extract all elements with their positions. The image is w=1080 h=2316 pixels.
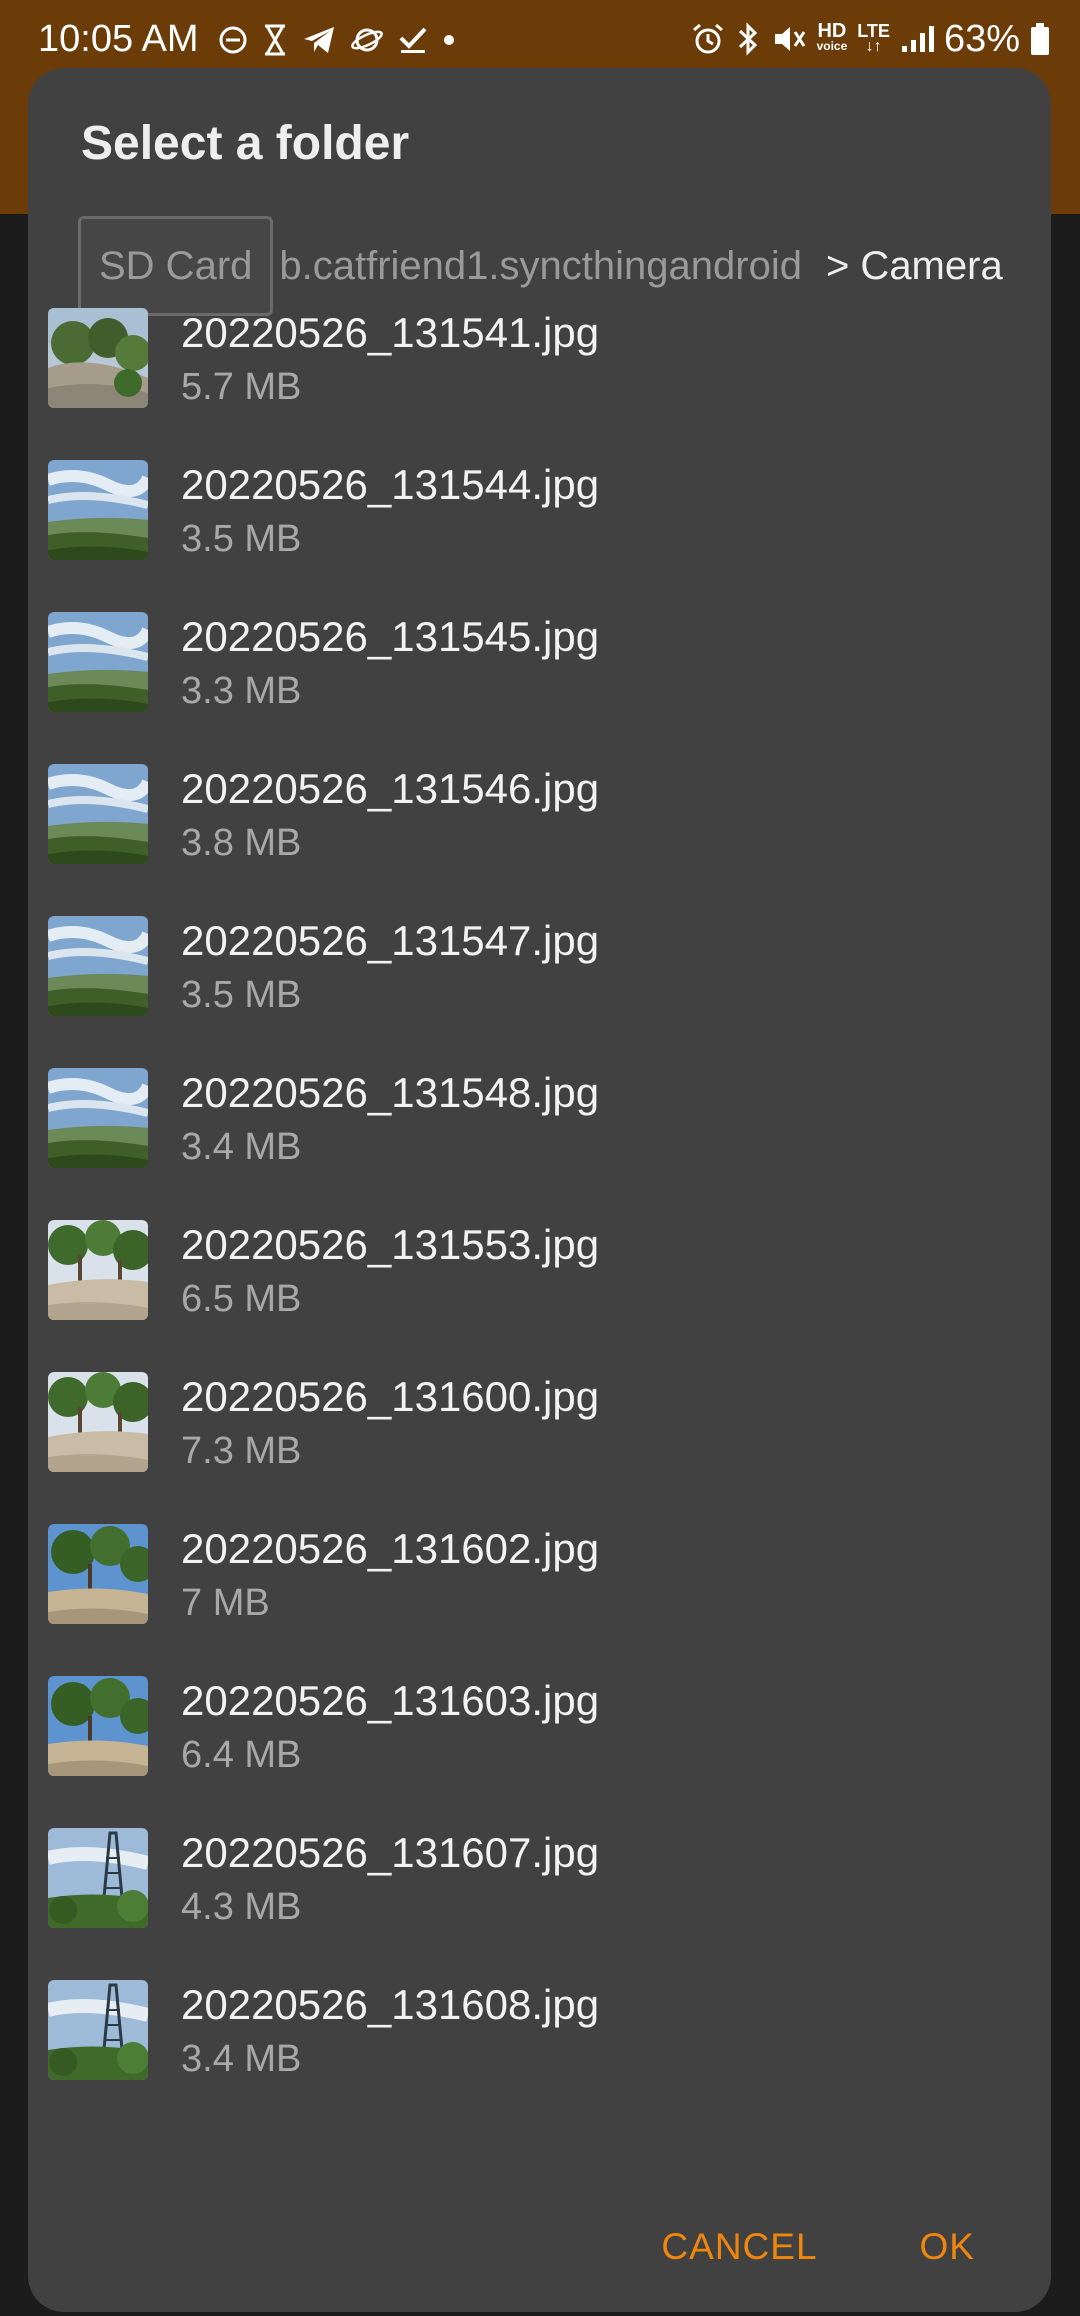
file-size: 3.4 MB [181,2038,302,2080]
file-name: 20220526_131607.jpg [181,1829,600,1876]
breadcrumb-package-folder[interactable]: b.catfriend1.syncthingandroid [279,244,802,289]
breadcrumb: SD Card b.catfriend1.syncthingandroid > … [78,216,1051,316]
file-thumbnail [48,764,148,864]
status-left-icons [218,18,456,62]
bluetooth-icon [738,22,757,56]
file-size: 3.5 MB [181,518,302,560]
select-folder-dialog: Select a folder SD Card b.catfriend1.syn… [28,68,1051,2312]
file-size: 3.8 MB [181,822,302,864]
voice-label: voice [816,39,848,53]
file-thumbnail [48,1676,148,1776]
ok-button[interactable]: OK [914,2218,981,2276]
file-name: 20220526_131544.jpg [181,461,600,508]
hd-voice-icon: HD voice [816,20,848,54]
file-name: 20220526_131600.jpg [181,1373,600,1420]
file-name: 20220526_131602.jpg [181,1525,600,1572]
breadcrumb-sd-card[interactable]: SD Card [78,216,274,316]
lte-icon: LTE ↓↑ [857,21,890,55]
file-row[interactable]: 20220526_131608.jpg 3.4 MB [28,1980,1051,2160]
file-thumbnail [48,1828,148,1928]
file-size: 3.4 MB [181,1126,302,1168]
signal-icon [901,26,934,52]
file-name: 20220526_131547.jpg [181,917,600,964]
dialog-title: Select a folder [81,117,410,170]
lte-label: LTE [857,21,890,41]
battery-percent: 63% [943,18,1020,60]
status-right-icons: HD voice LTE ↓↑ 63% [691,14,1050,64]
file-thumbnail [48,1372,148,1472]
planet-icon [351,28,383,52]
file-thumbnail [48,1980,148,2080]
telegram-icon [304,27,334,53]
file-thumbnail [48,460,148,560]
hd-label: HD [817,20,847,42]
file-name: 20220526_131545.jpg [181,613,600,660]
battery-icon [1031,23,1049,55]
status-time: 10:05 AM [38,18,199,60]
cancel-button[interactable]: CANCEL [655,2218,823,2276]
file-thumbnail [48,612,148,712]
file-thumbnail [48,1220,148,1320]
file-name: 20220526_131603.jpg [181,1677,600,1724]
file-size: 7 MB [181,1582,270,1624]
file-thumbnail [48,308,148,408]
file-name: 20220526_131548.jpg [181,1069,600,1116]
file-thumbnail [48,1068,148,1168]
breadcrumb-current-folder: > Camera [825,243,1003,288]
file-size: 4.3 MB [181,1886,302,1928]
file-name: 20220526_131541.jpg [181,309,600,356]
hourglass-icon [265,24,285,56]
file-name: 20220526_131546.jpg [181,765,600,812]
alarm-icon [692,23,723,54]
file-thumbnail [48,916,148,1016]
dialog-actions: CANCEL OK [655,2218,981,2276]
mute-icon [774,27,805,51]
file-size: 5.7 MB [181,366,302,408]
file-thumbnail [48,1524,148,1624]
file-name: 20220526_131553.jpg [181,1221,600,1268]
file-size: 6.5 MB [181,1278,302,1320]
file-size: 7.3 MB [181,1430,302,1472]
checkmark-icon [399,27,427,53]
do-not-disturb-icon [219,26,247,54]
file-size: 6.4 MB [181,1734,302,1776]
file-size: 3.5 MB [181,974,302,1016]
file-size: 3.3 MB [181,670,302,712]
file-name: 20220526_131608.jpg [181,1981,600,2028]
dot-icon [444,35,454,45]
